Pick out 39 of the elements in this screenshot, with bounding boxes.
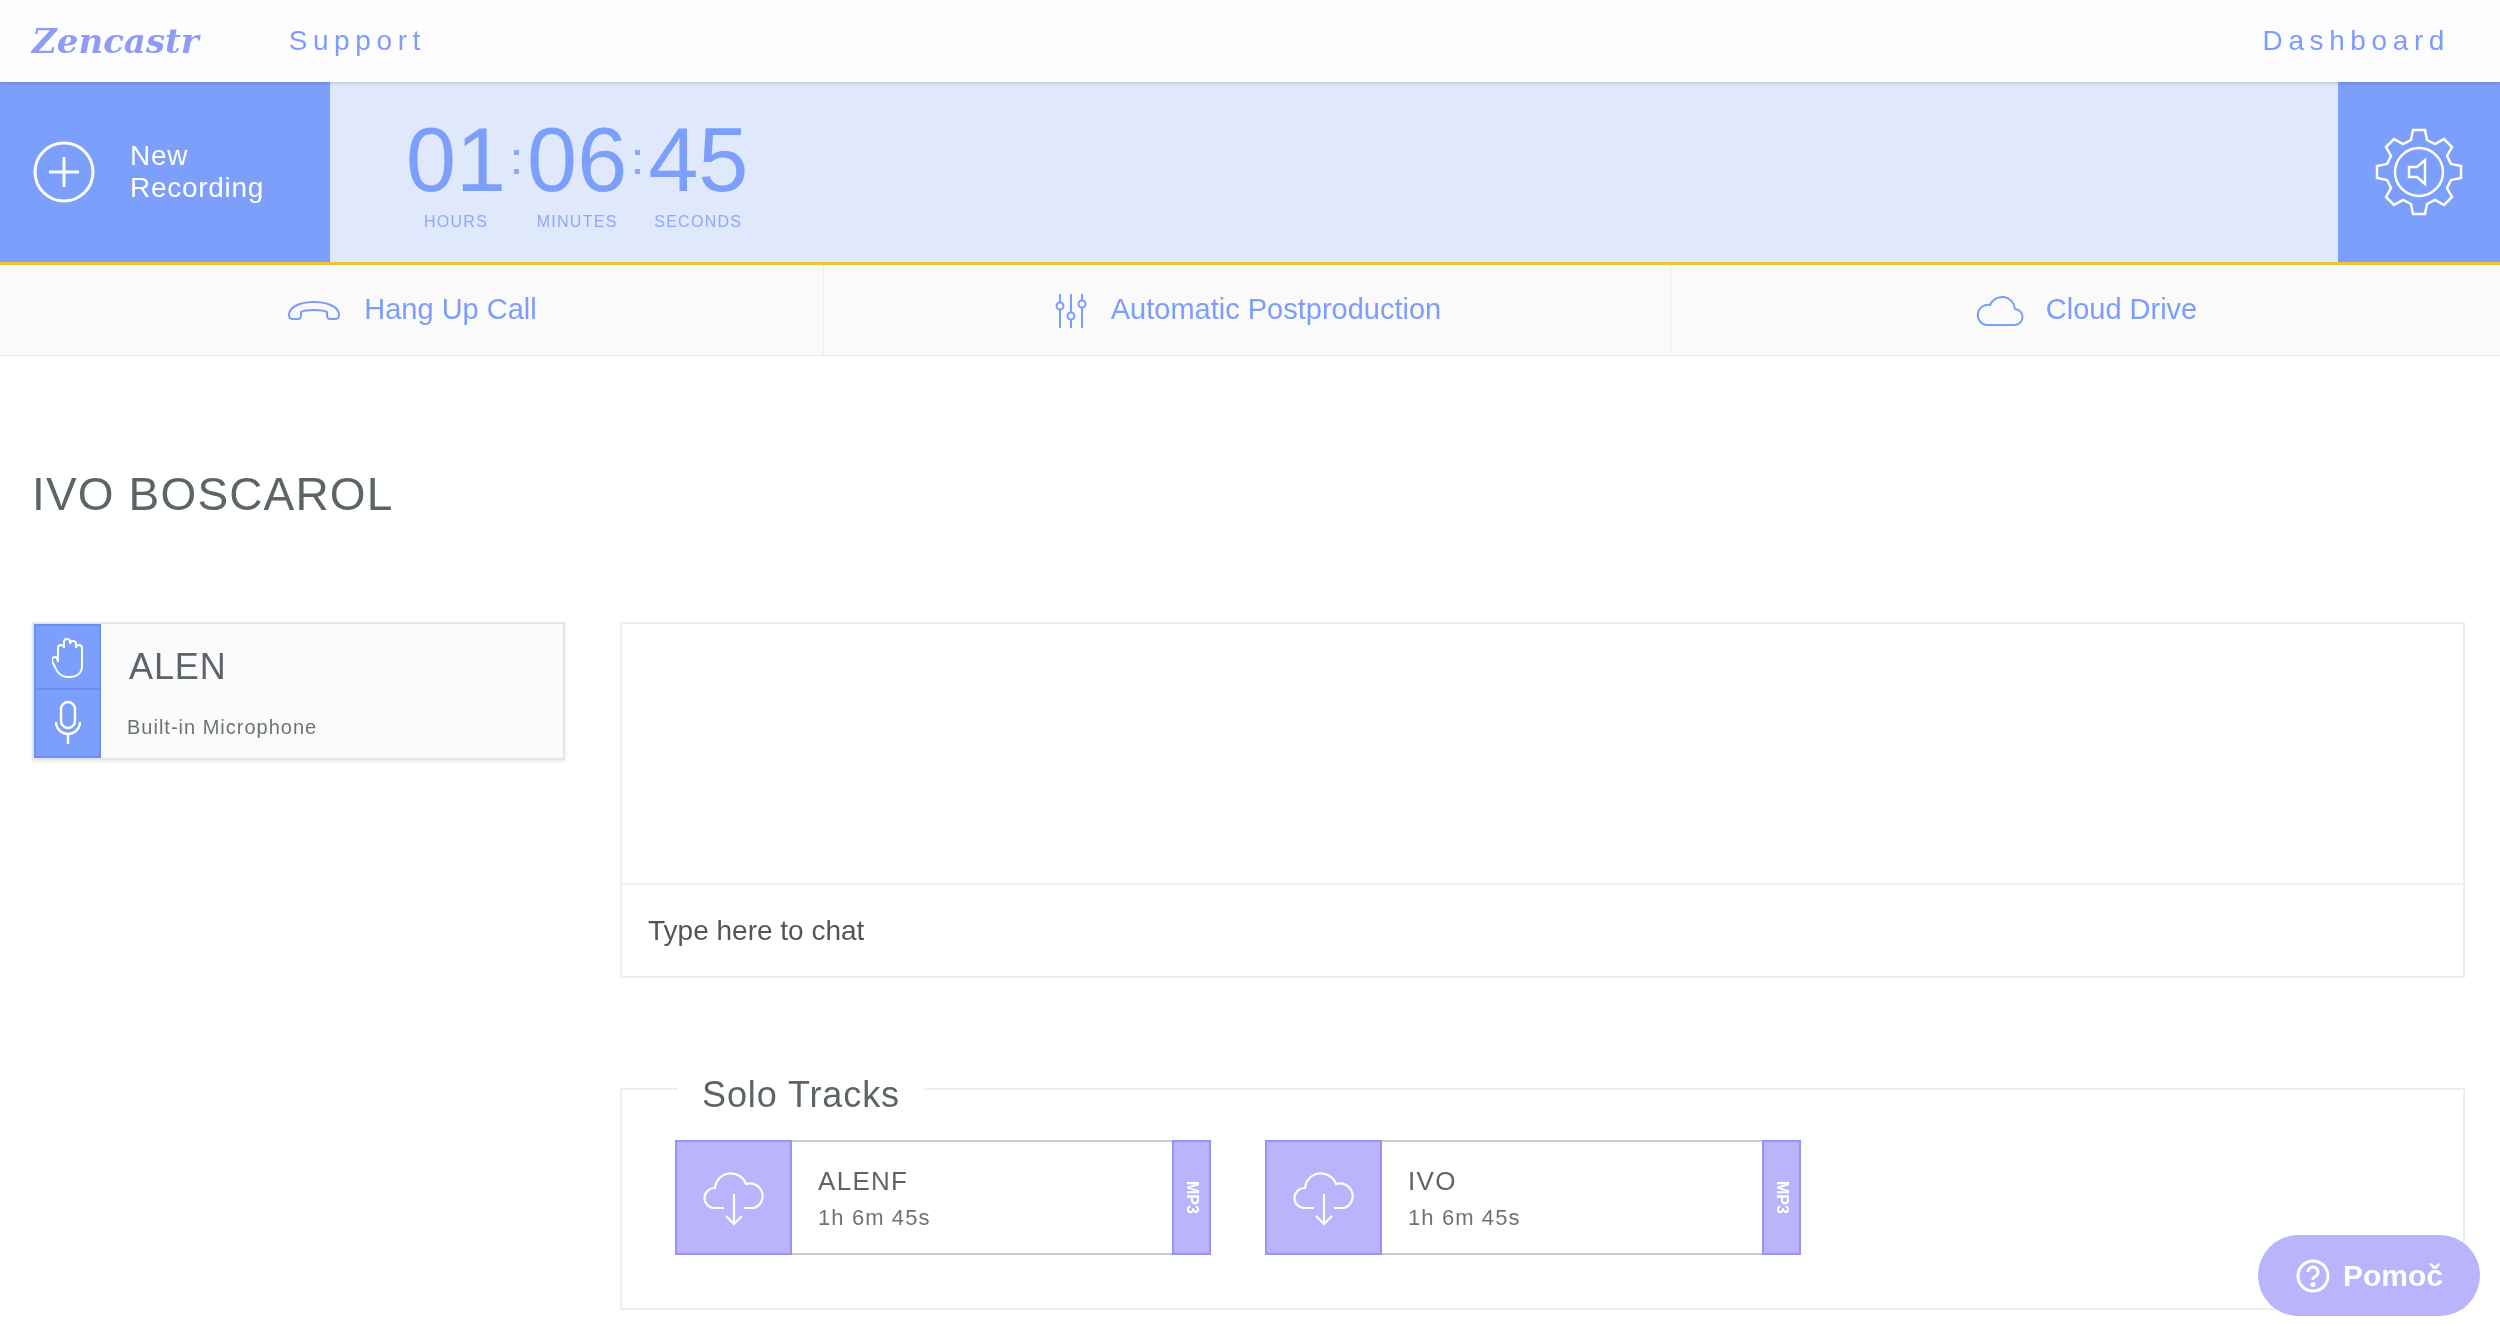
timer-unit-label: SECONDS (654, 212, 743, 232)
format-tag[interactable]: MP3 (1172, 1140, 1211, 1255)
question-icon (2295, 1257, 2331, 1294)
microphone-icon (52, 700, 83, 747)
hand-icon (51, 636, 84, 679)
support-link[interactable]: Support (288, 20, 426, 62)
format-tag[interactable]: MP3 (1762, 1140, 1801, 1255)
timer-digits: 45 (648, 120, 749, 200)
timer-unit-label: MINUTES (536, 212, 618, 232)
session-title: IVO BOSCAROL (32, 467, 394, 522)
track-duration: 1h 6m 45s (1408, 1203, 1522, 1232)
track-duration: 1h 6m 45s (818, 1203, 932, 1232)
gear-speaker-icon (2373, 126, 2465, 218)
plus-circle-icon (32, 140, 96, 204)
cloud-download-icon (1291, 1169, 1356, 1226)
track-name: IVO (1408, 1164, 1458, 1198)
phone-handset-icon (286, 298, 343, 322)
microphone-button[interactable] (34, 690, 101, 758)
track-name: ALENF (818, 1164, 910, 1198)
toolbar-button[interactable]: Automatic Postproduction (824, 265, 1671, 355)
raise-hand-button[interactable] (34, 624, 101, 691)
time-separator (514, 150, 520, 174)
toolbar-button[interactable]: Cloud Drive (1671, 265, 2500, 355)
download-button[interactable] (1265, 1140, 1382, 1255)
download-button[interactable] (675, 1140, 792, 1255)
new-recording-button[interactable]: New Recording (0, 82, 330, 262)
participant-name: ALEN (129, 645, 228, 689)
timer-unit-label: HOURS (423, 212, 489, 232)
dashboard-link[interactable]: Dashboard (2262, 20, 2450, 62)
time-separator (635, 150, 641, 174)
audio-settings-button[interactable] (2338, 82, 2500, 262)
help-button[interactable]: Pomoč (2258, 1235, 2480, 1316)
logo[interactable]: Zencastr (32, 15, 199, 67)
chat-input[interactable]: Type here to chat (620, 883, 2465, 978)
cloud-download-icon (701, 1169, 766, 1226)
timer-digits: 01 (406, 120, 507, 200)
timer-digits: 06 (527, 120, 628, 200)
participant-device: Built-in Microphone (127, 715, 318, 740)
toolbar-button[interactable]: Hang Up Call (0, 265, 824, 355)
